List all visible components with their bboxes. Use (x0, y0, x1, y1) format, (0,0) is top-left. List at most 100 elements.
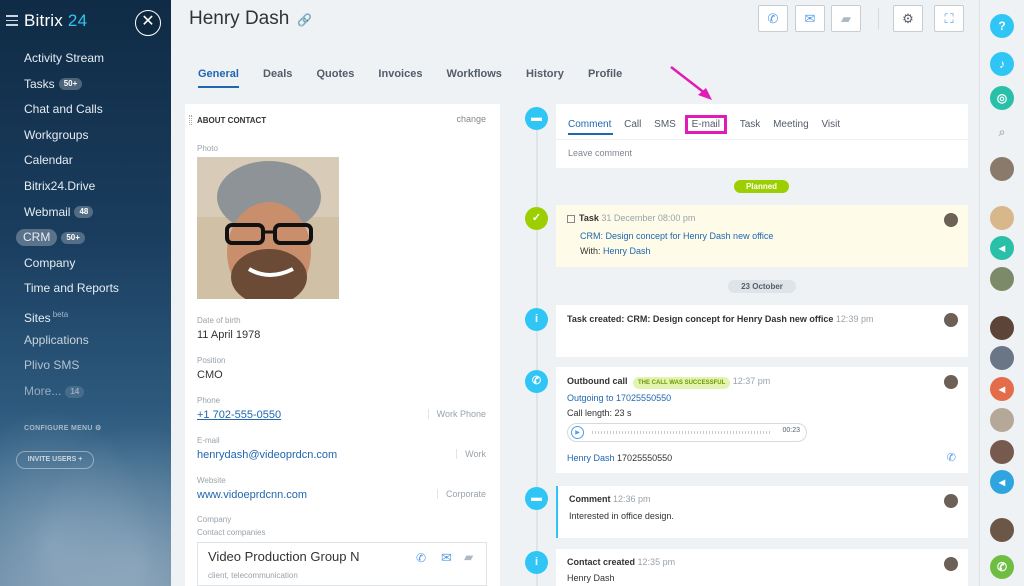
plus-icon: + (78, 456, 83, 463)
avatar[interactable] (944, 213, 958, 227)
avatar[interactable] (990, 440, 1014, 464)
sidebar-item-applications[interactable]: Applications (0, 330, 171, 356)
section-title: ABOUT CONTACT (197, 116, 267, 125)
sidebar-item-time-reports[interactable]: Time and Reports (0, 278, 171, 304)
tab-profile[interactable]: Profile (588, 68, 622, 86)
tab-invoices[interactable]: Invoices (378, 68, 422, 86)
avatar[interactable] (944, 313, 958, 327)
task-check-icon: ✓ (525, 207, 548, 230)
counter-badge: 14 (65, 385, 85, 398)
task-checkbox[interactable] (567, 214, 575, 223)
tab-visit[interactable]: Visit (821, 119, 840, 130)
main-panel: Henry Dash 🔗 ✆ ✉ ▰ ⚙ ⛶ General Deals Quot… (171, 0, 979, 586)
counter-badge: 50+ (58, 78, 83, 91)
avatar[interactable] (944, 557, 958, 571)
envelope-icon[interactable]: ✉ (441, 550, 452, 566)
counter-badge: 50+ (61, 231, 85, 244)
close-slider-button[interactable]: ✕ (135, 10, 161, 36)
tab-deals[interactable]: Deals (263, 68, 292, 86)
tab-call[interactable]: Call (624, 119, 641, 130)
email-type: Work (456, 449, 486, 459)
play-icon[interactable]: ▶ (571, 426, 584, 439)
detail-tabs: General Deals Quotes Invoices Workflows … (198, 68, 643, 88)
sidebar-item-crm[interactable]: CRM 50+ (0, 227, 171, 253)
sidebar-item-workgroups[interactable]: Workgroups (0, 125, 171, 151)
tab-task[interactable]: Task (740, 119, 761, 130)
call-button[interactable]: ✆ (758, 5, 788, 32)
chat-button[interactable]: ▰ (831, 5, 861, 32)
settings-button[interactable]: ⚙ (893, 5, 923, 32)
avatar[interactable] (990, 408, 1014, 432)
task-with-link[interactable]: Henry Dash (603, 246, 651, 256)
change-link[interactable]: change (456, 114, 486, 124)
megaphone-icon[interactable]: ◂ (990, 470, 1014, 494)
sidebar-item-chat[interactable]: Chat and Calls (0, 99, 171, 125)
tab-history[interactable]: History (526, 68, 564, 86)
fullscreen-button[interactable]: ⛶ (934, 5, 964, 32)
logo[interactable]: Bitrix 24 (24, 11, 87, 31)
avatar[interactable] (990, 518, 1014, 542)
photo-label: Photo (197, 144, 218, 153)
tab-quotes[interactable]: Quotes (316, 68, 354, 86)
contact-name: Henry Dash (567, 573, 615, 583)
info-icon: i (525, 308, 548, 331)
help-icon[interactable]: ? (990, 14, 1014, 38)
chat-icon[interactable]: ▰ (464, 550, 473, 564)
configure-menu-link[interactable]: CONFIGURE MENU ⚙ (24, 424, 102, 432)
search-icon[interactable]: ⌕ (990, 120, 1014, 144)
phone-icon[interactable]: ✆ (947, 451, 956, 464)
gear-icon: ⚙ (902, 11, 914, 26)
call-contact-link[interactable]: Henry Dash (567, 453, 615, 463)
sidebar-item-drive[interactable]: Bitrix24.Drive (0, 176, 171, 202)
tab-general[interactable]: General (198, 68, 239, 88)
avatar[interactable] (990, 206, 1014, 230)
sidebar-item-more[interactable]: More... 14 (0, 381, 171, 407)
sidebar-item-company[interactable]: Company (0, 253, 171, 279)
email-button[interactable]: ✉ (795, 5, 825, 32)
tab-email[interactable]: E-mail (684, 115, 727, 134)
sidebar-item-plivo[interactable]: Plivo SMS (0, 355, 171, 381)
phone-icon[interactable]: ✆ (416, 551, 426, 565)
tab-workflows[interactable]: Workflows (447, 68, 502, 86)
company-name[interactable]: Video Production Group N (208, 549, 360, 564)
phone-link[interactable]: +1 702-555-0550 (197, 409, 281, 421)
comment-input[interactable]: Leave comment (568, 148, 632, 158)
status-badge: THE CALL WAS SUCCESSFUL (633, 377, 731, 389)
avatar[interactable] (990, 267, 1014, 291)
sidebar-item-webmail[interactable]: Webmail 48 (0, 202, 171, 228)
avatar[interactable] (990, 346, 1014, 370)
sidebar-item-calendar[interactable]: Calendar (0, 150, 171, 176)
sidebar-item-sites[interactable]: Sites beta (0, 304, 171, 330)
link-icon[interactable]: 🔗 (297, 13, 312, 27)
phone-icon[interactable]: ✆ (990, 555, 1014, 579)
email-link[interactable]: henrydash@videoprdcn.com (197, 449, 337, 461)
website-link[interactable]: www.vidoeprdcnn.com (197, 489, 307, 501)
divider (556, 139, 968, 140)
avatar[interactable] (944, 375, 958, 389)
tab-sms[interactable]: SMS (654, 119, 676, 130)
tab-meeting[interactable]: Meeting (773, 119, 809, 130)
menu-icon[interactable] (6, 15, 18, 29)
company-card[interactable]: Video Production Group N client, telecom… (197, 542, 487, 586)
avatar[interactable] (990, 316, 1014, 340)
contact-photo[interactable] (197, 157, 339, 299)
phone-type: Work Phone (427, 409, 486, 419)
open-lines-icon[interactable]: ◎ (990, 86, 1014, 110)
invite-users-button[interactable]: INVITE USERS + (16, 451, 94, 469)
call-direction-link[interactable]: Outgoing to 17025550550 (567, 393, 671, 403)
avatar[interactable] (990, 157, 1014, 181)
megaphone-icon[interactable]: ◂ (990, 377, 1014, 401)
active-tab-underline (568, 133, 613, 135)
drag-handle-icon[interactable] (189, 115, 192, 125)
task-created-card: Task created: CRM: Design concept for He… (556, 305, 968, 357)
sidebar-item-tasks[interactable]: Tasks 50+ (0, 74, 171, 100)
avatar[interactable] (944, 494, 958, 508)
audio-waveform[interactable] (592, 431, 772, 434)
close-icon: ✕ (141, 13, 155, 30)
bell-icon[interactable]: ♪ (990, 52, 1014, 76)
tab-comment[interactable]: Comment (568, 119, 611, 130)
company-subtitle: client, telecommunication (208, 571, 298, 580)
megaphone-icon[interactable]: ◂ (990, 236, 1014, 260)
sidebar-item-activity-stream[interactable]: Activity Stream (0, 48, 171, 74)
task-subject-link[interactable]: CRM: Design concept for Henry Dash new o… (580, 231, 773, 241)
